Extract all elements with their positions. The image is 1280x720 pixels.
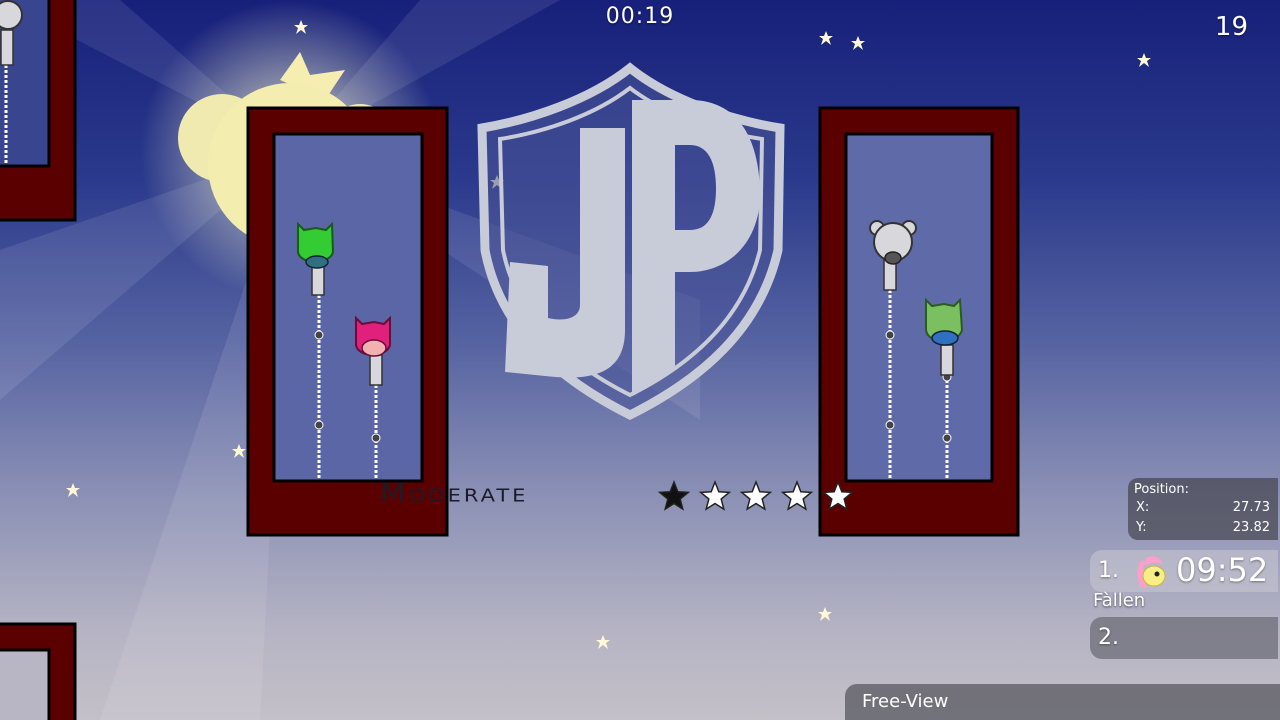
spectator-mode-label: Free-View — [862, 691, 949, 712]
star-empty-icon — [698, 479, 732, 511]
rank-time: 09:52 — [1176, 551, 1269, 589]
rank-player-name: Fàllen — [1093, 590, 1146, 611]
position-y-value: 23.82 — [1232, 520, 1270, 535]
round-timer: 00:19 — [605, 4, 675, 29]
position-panel: Position: X: 27.73 Y: 23.82 — [1128, 478, 1278, 540]
rank-number: 2. — [1098, 625, 1119, 650]
position-x-label: X: — [1136, 500, 1150, 515]
difficulty-label: Moderate — [380, 478, 529, 509]
position-label: Position: — [1134, 482, 1189, 497]
pony-icon — [1137, 556, 1166, 588]
scoreboard-entry-1: 1. 09:52 — [1090, 550, 1278, 592]
edge-frame-bottom-left — [0, 622, 77, 720]
spectator-mode-bar: Free-View — [845, 684, 1280, 720]
position-x-row: X: 27.73 — [1136, 500, 1270, 515]
star-empty-icon — [739, 479, 773, 511]
game-scene — [0, 0, 1151, 720]
star-filled-icon — [657, 479, 691, 511]
jp-shield-logo — [477, 62, 785, 421]
right-frame-platform — [818, 106, 1020, 537]
position-x-value: 27.73 — [1232, 500, 1270, 515]
rank-number: 1. — [1098, 558, 1119, 583]
left-frame-platform — [246, 106, 449, 537]
scoreboard-entry-2: 2. — [1090, 617, 1278, 659]
fps-counter: 19 — [1214, 12, 1248, 42]
star-empty-icon — [780, 479, 814, 511]
position-y-row: Y: 23.82 — [1136, 520, 1270, 535]
position-y-label: Y: — [1136, 520, 1147, 535]
